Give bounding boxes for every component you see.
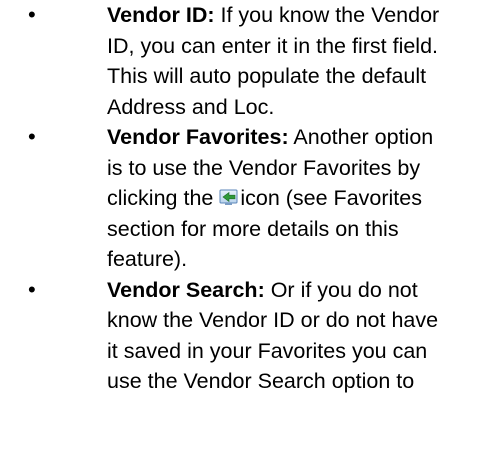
- instruction-bullet-list: • Vendor ID: If you know the Vendor ID, …: [0, 0, 483, 397]
- bullet-text-line: is to use the Vendor Favorites by: [107, 155, 421, 180]
- bullet-text-line: Another option: [288, 125, 434, 149]
- bullet-marker: •: [28, 124, 36, 149]
- bullet-text-line: use the Vendor Search option to: [107, 369, 415, 393]
- bullet-marker: •: [28, 2, 36, 27]
- bullet-text-line: it saved in your Favorites you can: [107, 338, 428, 363]
- bullet-text-line: icon (see Favorites: [240, 186, 422, 210]
- bullet-text-line: This will auto populate the default: [107, 64, 427, 88]
- bullet-vendor-favorites: • Vendor Favorites: Another option is to…: [0, 122, 483, 275]
- bullet-text-line: clicking the: [107, 186, 220, 210]
- bullet-text-line: section for more details on this: [107, 216, 399, 241]
- favorites-arrow-icon: [219, 184, 239, 205]
- bullet-vendor-id: • Vendor ID: If you know the Vendor ID, …: [0, 0, 483, 122]
- bullet-term: Vendor ID:: [107, 3, 215, 27]
- bullet-marker: •: [28, 276, 36, 302]
- bullet-text-line: If you know the Vendor: [214, 3, 440, 27]
- bullet-term: Vendor Favorites:: [107, 125, 289, 149]
- bullet-term: Vendor Search:: [107, 277, 265, 302]
- bullet-text-line: Or if you do not: [264, 277, 418, 302]
- bullet-text-line: feature).: [107, 247, 188, 271]
- bullet-text-line: ID, you can enter it in the first field.: [107, 33, 439, 58]
- bullet-vendor-search: • Vendor Search: Or if you do not know t…: [0, 275, 483, 397]
- bullet-text-line: know the Vendor ID or do not have: [107, 308, 439, 332]
- bullet-text-line: Address and Loc.: [107, 94, 275, 119]
